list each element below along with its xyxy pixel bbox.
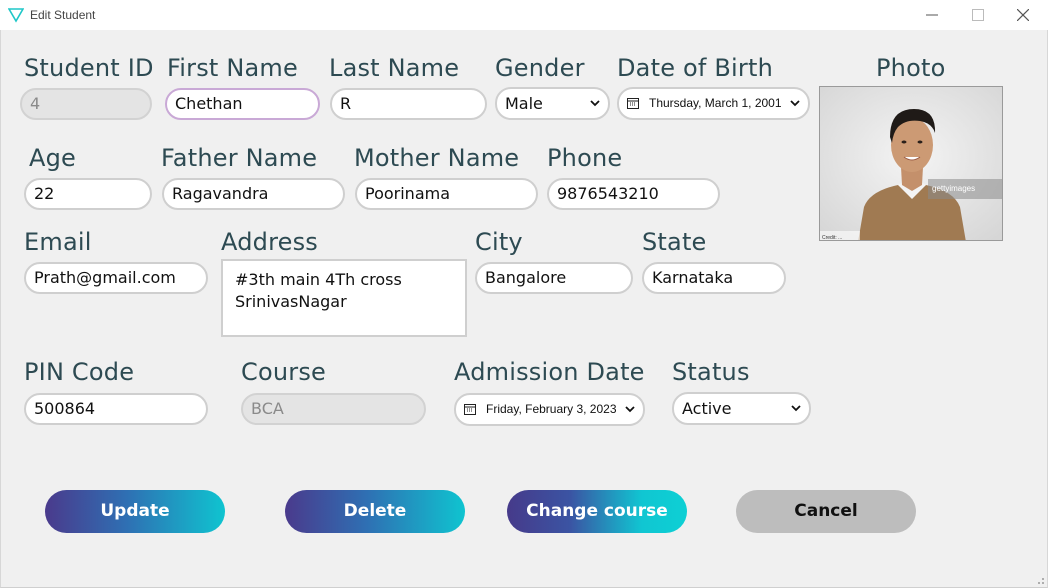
photo-label: Photo bbox=[876, 54, 946, 82]
address-line-1: #3th main 4Th cross bbox=[235, 270, 402, 289]
minimize-button[interactable] bbox=[909, 0, 955, 30]
mother-name-field[interactable]: Poorinama bbox=[355, 178, 538, 210]
admission-date-value: Friday, February 3, 2023 bbox=[486, 402, 617, 416]
dob-label: Date of Birth bbox=[617, 54, 773, 82]
last-name-label: Last Name bbox=[329, 54, 460, 82]
city-label: City bbox=[475, 228, 523, 256]
phone-field[interactable]: 9876543210 bbox=[547, 178, 720, 210]
delete-button[interactable]: Delete bbox=[285, 490, 465, 533]
change-course-button[interactable]: Change course bbox=[507, 490, 687, 533]
gender-label: Gender bbox=[495, 54, 585, 82]
student-portrait-image: gettyimages Credit: ... bbox=[820, 87, 1002, 241]
close-icon bbox=[1017, 9, 1029, 21]
age-field[interactable]: 22 bbox=[24, 178, 152, 210]
status-label: Status bbox=[672, 358, 750, 386]
chevron-down-icon bbox=[625, 406, 635, 413]
age-label: Age bbox=[29, 144, 77, 172]
address-textarea[interactable]: #3th main 4Th cross SrinivasNagar bbox=[221, 259, 467, 337]
maximize-button[interactable] bbox=[955, 0, 1001, 30]
email-label: Email bbox=[24, 228, 92, 256]
pin-code-label: PIN Code bbox=[24, 358, 135, 386]
student-id-label: Student ID bbox=[24, 54, 154, 82]
triangle-logo-icon bbox=[7, 7, 25, 23]
father-name-field[interactable]: Ragavandra bbox=[162, 178, 345, 210]
state-label: State bbox=[642, 228, 707, 256]
admission-date-picker[interactable]: Friday, February 3, 2023 bbox=[454, 393, 645, 426]
update-button[interactable]: Update bbox=[45, 490, 225, 533]
state-field[interactable]: Karnataka bbox=[642, 262, 786, 294]
calendar-icon bbox=[627, 98, 639, 109]
cancel-button[interactable]: Cancel bbox=[736, 490, 916, 533]
maximize-icon bbox=[972, 9, 984, 21]
father-name-label: Father Name bbox=[161, 144, 318, 172]
phone-label: Phone bbox=[547, 144, 623, 172]
address-label: Address bbox=[221, 228, 318, 256]
chevron-down-icon bbox=[590, 100, 600, 107]
minimize-icon bbox=[926, 14, 938, 16]
photo-caption: Credit: ... bbox=[822, 235, 842, 241]
status-value: Active bbox=[682, 399, 732, 418]
first-name-label: First Name bbox=[167, 54, 298, 82]
student-photo[interactable]: gettyimages Credit: ... bbox=[819, 86, 1003, 241]
chevron-down-icon bbox=[790, 100, 800, 107]
title-bar: Edit Student bbox=[0, 0, 1048, 30]
chevron-down-icon bbox=[791, 405, 801, 412]
status-select[interactable]: Active bbox=[672, 392, 811, 425]
admission-date-label: Admission Date bbox=[454, 358, 645, 386]
form-area: Student ID First Name Last Name Gender D… bbox=[0, 30, 1048, 588]
mother-name-label: Mother Name bbox=[354, 144, 520, 172]
student-id-field[interactable]: 4 bbox=[20, 88, 152, 120]
first-name-field[interactable]: Chethan bbox=[165, 88, 320, 120]
address-line-2: SrinivasNagar bbox=[235, 292, 347, 311]
watermark-text: gettyimages bbox=[932, 184, 975, 193]
dob-picker[interactable]: Thursday, March 1, 2001 bbox=[617, 87, 810, 120]
course-field[interactable]: BCA bbox=[241, 393, 426, 425]
pin-code-field[interactable]: 500864 bbox=[24, 393, 208, 425]
close-button[interactable] bbox=[1000, 0, 1046, 30]
gender-select[interactable]: Male bbox=[495, 87, 610, 120]
window-title: Edit Student bbox=[30, 8, 96, 22]
gender-value: Male bbox=[505, 94, 543, 113]
last-name-field[interactable]: R bbox=[330, 88, 487, 120]
dob-value: Thursday, March 1, 2001 bbox=[649, 96, 782, 110]
course-label: Course bbox=[241, 358, 326, 386]
resize-grip-icon[interactable] bbox=[1035, 575, 1045, 585]
calendar-icon bbox=[464, 404, 476, 415]
city-field[interactable]: Bangalore bbox=[475, 262, 633, 294]
email-field[interactable]: Prath@gmail.com bbox=[24, 262, 208, 294]
